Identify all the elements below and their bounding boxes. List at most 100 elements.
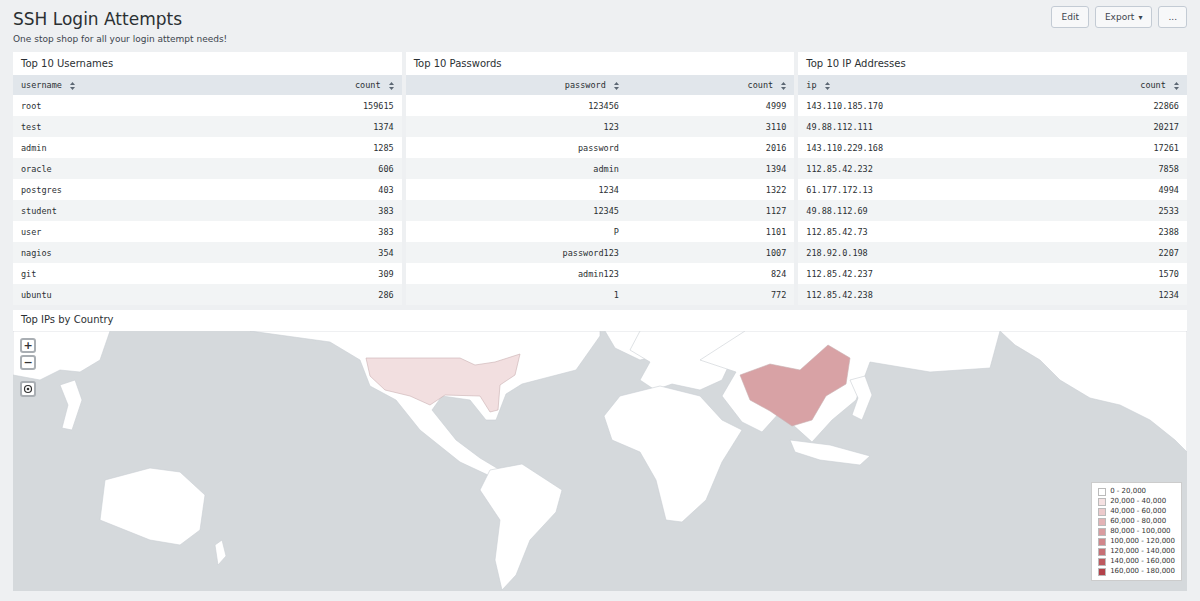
panel-title: Top 10 Passwords — [406, 52, 795, 75]
legend-label: 40,000 - 60,000 — [1110, 507, 1166, 516]
column-header[interactable]: password — [406, 75, 627, 95]
data-table: ip count 143.110.185.1702286649.88.112.1… — [798, 75, 1187, 305]
country-shape[interactable] — [480, 464, 562, 590]
legend-swatch — [1098, 488, 1106, 496]
toolbar-button[interactable]: ... — [1158, 6, 1187, 28]
country-shape[interactable] — [100, 468, 205, 545]
table-row: admin1285 — [13, 137, 402, 158]
table-cell: 772 — [627, 284, 794, 305]
panel-title: Top 10 IP Addresses — [798, 52, 1187, 75]
column-header[interactable]: count — [1043, 75, 1187, 95]
legend-label: 20,000 - 40,000 — [1110, 497, 1166, 506]
table-cell: 22866 — [1043, 95, 1187, 116]
world-map — [13, 331, 1187, 591]
table-cell: 12345 — [406, 200, 627, 221]
table-row: 123451127 — [406, 200, 795, 221]
country-shape[interactable] — [850, 376, 872, 420]
table-cell: 123456 — [406, 95, 627, 116]
table-cell: 112.85.42.237 — [798, 263, 1042, 284]
table-cell: 4999 — [627, 95, 794, 116]
table-cell: admin — [13, 137, 231, 158]
table-cell: 383 — [231, 221, 401, 242]
table-cell: 1101 — [627, 221, 794, 242]
table-cell: 1 — [406, 284, 627, 305]
column-header[interactable]: ip — [798, 75, 1042, 95]
table-row: 1233110 — [406, 116, 795, 137]
caret-icon: ▾ — [1138, 13, 1142, 22]
country-shape[interactable] — [1000, 331, 1187, 452]
toolbar-button[interactable]: Export▾ — [1095, 6, 1152, 28]
table-cell: 123 — [406, 116, 627, 137]
table-row: git309 — [13, 263, 402, 284]
country-shape[interactable] — [604, 386, 742, 522]
country-shape[interactable] — [215, 540, 226, 565]
table-cell: 383 — [231, 200, 401, 221]
legend-item: 80,000 - 100,000 — [1098, 527, 1175, 536]
country-shape[interactable] — [700, 331, 1000, 442]
table-row: 112.85.42.2371570 — [798, 263, 1187, 284]
table-cell: 218.92.0.198 — [798, 242, 1042, 263]
legend-item: 120,000 - 140,000 — [1098, 547, 1175, 556]
legend-label: 140,000 - 160,000 — [1110, 557, 1175, 566]
legend-swatch — [1098, 538, 1106, 546]
dashboard-header: SSH Login Attempts One stop shop for all… — [13, 0, 1187, 52]
table-row: 12341322 — [406, 179, 795, 200]
dashboard: SSH Login Attempts One stop shop for all… — [0, 0, 1200, 601]
column-header[interactable]: count — [231, 75, 401, 95]
table-cell: 112.85.42.73 — [798, 221, 1042, 242]
country-shape[interactable] — [250, 331, 600, 476]
table-row: 1772 — [406, 284, 795, 305]
legend-item: 40,000 - 60,000 — [1098, 507, 1175, 516]
zoom-out-button[interactable]: − — [20, 355, 36, 370]
sort-icon — [70, 82, 75, 90]
legend-swatch — [1098, 508, 1106, 516]
legend-swatch — [1098, 518, 1106, 526]
table-cell: 112.85.42.238 — [798, 284, 1042, 305]
table-cell: nagios — [13, 242, 231, 263]
table-cell: 7858 — [1043, 158, 1187, 179]
legend-item: 20,000 - 40,000 — [1098, 497, 1175, 506]
dashboard-title: SSH Login Attempts — [13, 8, 227, 30]
table-row: 112.85.42.732388 — [798, 221, 1187, 242]
table-cell: 2016 — [627, 137, 794, 158]
legend-item: 0 - 20,000 — [1098, 487, 1175, 496]
table-row: 143.110.229.16817261 — [798, 137, 1187, 158]
table-row: user383 — [13, 221, 402, 242]
highlighted-country[interactable] — [740, 345, 850, 426]
legend-label: 0 - 20,000 — [1110, 487, 1146, 496]
zoom-in-button[interactable]: + — [20, 338, 36, 353]
toolbar-button[interactable]: Edit — [1051, 6, 1088, 28]
column-header[interactable]: count — [627, 75, 794, 95]
choropleth-map[interactable]: + − 0 - 20,000 20,000 - 40,000 40,000 - … — [13, 331, 1187, 591]
table-cell: git — [13, 263, 231, 284]
legend-label: 60,000 - 80,000 — [1110, 517, 1166, 526]
table-row: P1101 — [406, 221, 795, 242]
table-cell: 17261 — [1043, 137, 1187, 158]
table-cell: 20217 — [1043, 116, 1187, 137]
locate-button[interactable] — [20, 381, 36, 397]
country-shape[interactable] — [60, 380, 82, 430]
table-cell: password123 — [406, 242, 627, 263]
legend-swatch — [1098, 558, 1106, 566]
table-cell: 61.177.172.13 — [798, 179, 1042, 200]
legend-label: 160,000 - 180,000 — [1110, 567, 1175, 576]
table-cell: 4994 — [1043, 179, 1187, 200]
table-cell: root — [13, 95, 231, 116]
toolbar: Edit Export▾... — [1051, 6, 1187, 28]
table-panel: Top 10 IP Addresses ip count 143.110.185… — [798, 52, 1187, 305]
table-cell: 49.88.112.111 — [798, 116, 1042, 137]
table-cell: 403 — [231, 179, 401, 200]
table-cell: 606 — [231, 158, 401, 179]
table-row: 49.88.112.11120217 — [798, 116, 1187, 137]
highlighted-country[interactable] — [366, 354, 520, 412]
table-cell: 3110 — [627, 116, 794, 137]
country-shape[interactable] — [790, 440, 870, 465]
map-legend: 0 - 20,000 20,000 - 40,000 40,000 - 60,0… — [1091, 482, 1182, 581]
table-row: 112.85.42.2327858 — [798, 158, 1187, 179]
table-cell: 1374 — [231, 116, 401, 137]
table-cell: 1007 — [627, 242, 794, 263]
column-header[interactable]: username — [13, 75, 231, 95]
legend-item: 60,000 - 80,000 — [1098, 517, 1175, 526]
country-shape[interactable] — [13, 331, 110, 380]
table-row: test1374 — [13, 116, 402, 137]
